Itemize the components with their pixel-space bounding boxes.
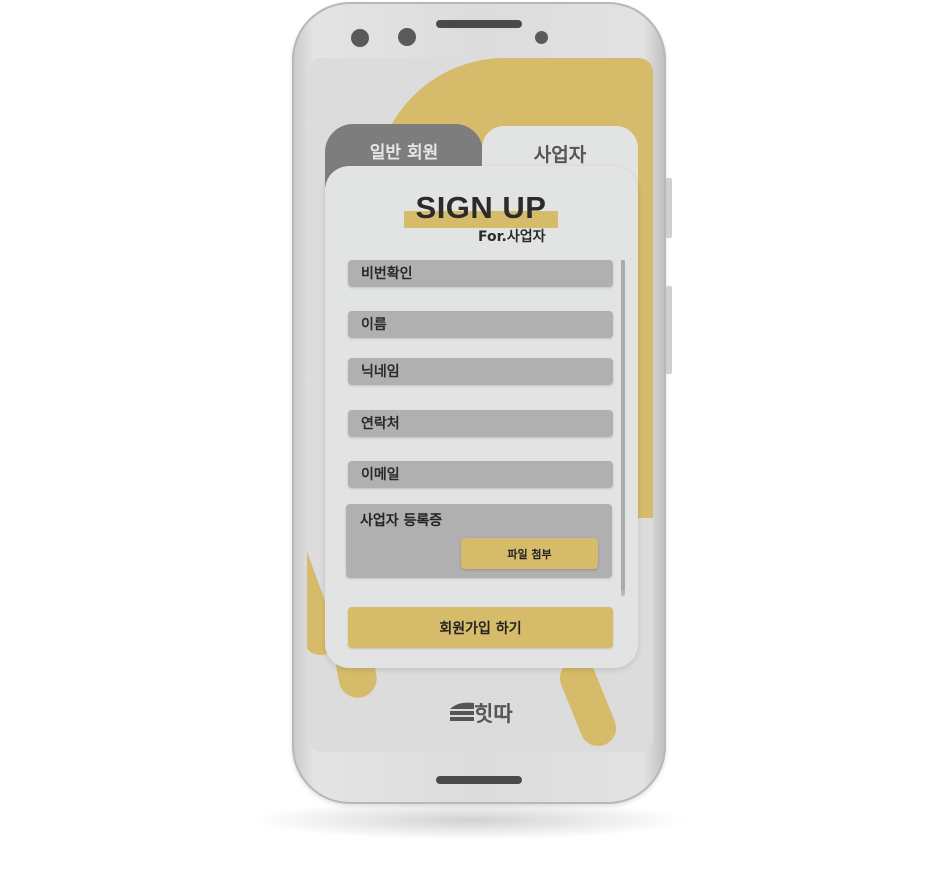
power-button — [666, 178, 672, 238]
name-field[interactable] — [348, 311, 613, 338]
brand-logo-text: 힛따 — [474, 702, 513, 726]
sensor-dot-left — [351, 29, 369, 47]
tab-general-member-label[interactable]: 일반 회원 — [325, 138, 483, 163]
volume-button — [666, 286, 672, 374]
sensor-dot-middle — [398, 28, 416, 46]
page-subtitle: For.사업자 — [478, 229, 546, 245]
name-input[interactable] — [348, 311, 613, 338]
email-field[interactable] — [348, 461, 613, 488]
contact-field[interactable] — [348, 410, 613, 437]
page-title: SIGN UP — [415, 190, 547, 225]
earpiece-speaker — [436, 20, 522, 28]
contact-input[interactable] — [348, 410, 613, 437]
email-input[interactable] — [348, 461, 613, 488]
phone-shadow — [250, 800, 690, 840]
bottom-speaker — [436, 776, 522, 784]
nickname-input[interactable] — [348, 358, 613, 385]
business-registration-label: 사업자 등록증 — [360, 513, 443, 529]
background-shape-rightbottom — [554, 654, 622, 752]
password-confirm-field[interactable] — [348, 260, 613, 287]
signup-submit-button[interactable]: 회원가입 하기 — [348, 607, 613, 648]
attach-file-button[interactable]: 파일 첨부 — [461, 538, 598, 569]
scrollbar-thumb[interactable] — [621, 260, 625, 590]
front-camera — [535, 31, 548, 44]
nickname-field[interactable] — [348, 358, 613, 385]
password-confirm-input[interactable] — [348, 260, 613, 287]
tab-business-label[interactable]: 사업자 — [482, 140, 638, 167]
